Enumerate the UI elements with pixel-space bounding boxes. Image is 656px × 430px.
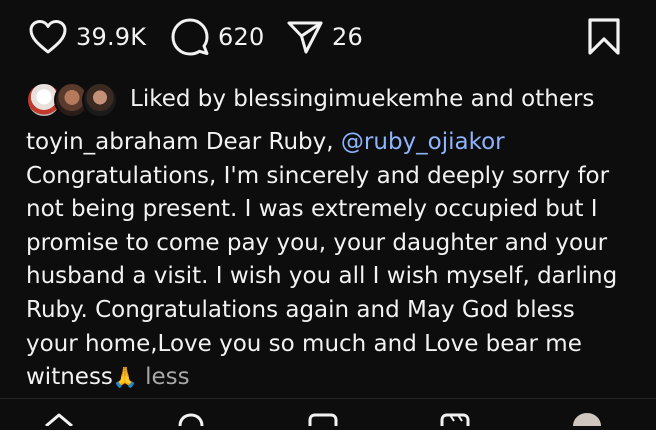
bookmark-icon (586, 17, 622, 57)
avatar (82, 82, 118, 118)
comment-button[interactable]: 620 (170, 14, 264, 60)
caption-line: not being present. I was extremely occup… (26, 196, 598, 223)
post-caption: toyin_abraham Dear Ruby, @ruby_ojiakor C… (26, 126, 636, 395)
less-link[interactable]: less (145, 364, 190, 390)
bottom-nav-bar (0, 398, 656, 428)
caption-line: witness🙏 less (26, 361, 636, 395)
share-button[interactable]: 26 (286, 14, 363, 60)
home-icon[interactable] (42, 411, 76, 428)
comment-bubble-icon (170, 17, 210, 57)
caption-line: promise to come pay you, your daughter a… (26, 229, 608, 256)
heart-icon (28, 19, 68, 55)
liked-by-row[interactable]: Liked by blessingimuekemhe and others (26, 80, 594, 118)
caption-text: Dear Ruby, (205, 129, 334, 155)
reels-icon[interactable] (438, 411, 472, 426)
praying-hands-emoji: 🙏 (112, 365, 138, 390)
caption-line: husband a visit. I wish you all I wish m… (26, 263, 618, 290)
post-action-bar: 39.9K 620 26 (0, 0, 656, 78)
liked-by-text: Liked by blessingimuekemhe and others (130, 86, 595, 112)
like-button[interactable]: 39.9K (28, 14, 146, 60)
caption-username[interactable]: toyin_abraham (26, 129, 199, 155)
share-count: 26 (332, 23, 363, 51)
profile-avatar[interactable] (570, 411, 604, 426)
caption-line: toyin_abraham Dear Ruby, @ruby_ojiakor (26, 126, 636, 160)
save-button[interactable] (586, 14, 622, 60)
caption-line: Ruby. Congratulations again and May God … (26, 296, 575, 323)
search-icon[interactable] (174, 411, 208, 427)
paper-plane-icon (286, 19, 324, 55)
like-count: 39.9K (76, 23, 147, 51)
mention-link[interactable]: @ruby_ojiakor (341, 129, 505, 155)
caption-text: witness (26, 364, 113, 391)
create-icon[interactable] (306, 411, 340, 426)
caption-line: your home,Love you so much and Love bear… (26, 330, 582, 357)
caption-line: Congratulations, I'm sincerely and deepl… (26, 162, 610, 189)
liker-avatars (26, 81, 122, 118)
comment-count: 620 (218, 23, 265, 51)
